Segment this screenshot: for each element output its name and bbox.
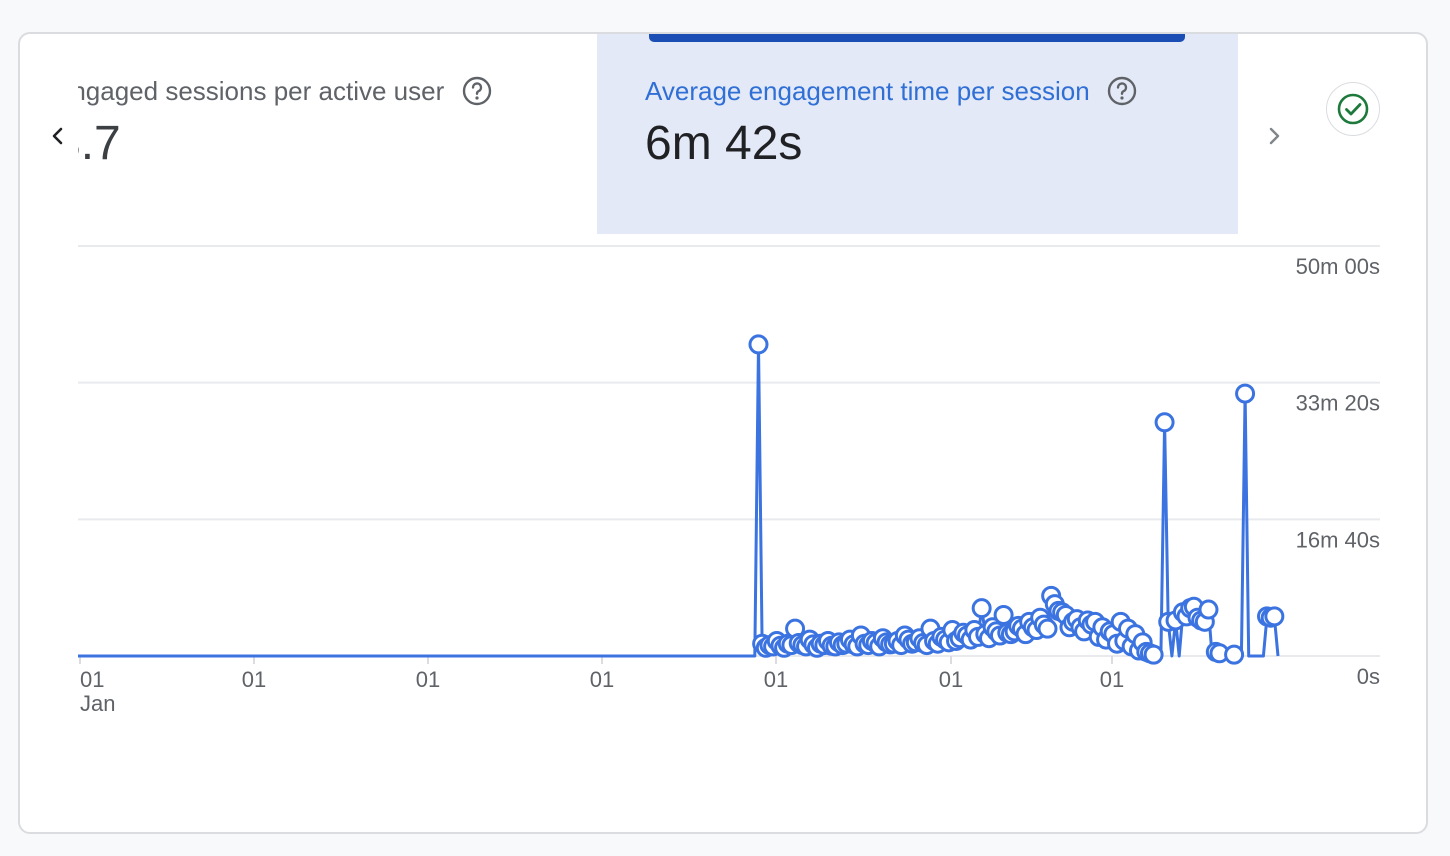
data-point [1235,383,1256,404]
data-point [993,605,1014,625]
y-tick-label: 33m 20s [1296,391,1380,416]
engagement-time-chart: 0s16m 40s33m 20s50m 00s01 01 01 01 01 01 01Jan [78,245,1380,716]
x-tick-label: 01 [416,667,440,692]
metric-card: Engaged sessions per active user 3.7 Ave… [18,32,1428,834]
data-point [1224,644,1245,665]
data-point [1037,618,1058,639]
data-point [1143,644,1164,665]
data-point [1198,599,1219,620]
data-point [971,598,992,619]
y-tick-label: 16m 40s [1296,527,1380,552]
x-tick-label: 01 [80,667,104,692]
data-point [1264,606,1285,627]
x-tick-label: 01 [764,667,788,692]
data-point [748,334,769,355]
y-tick-label: 0s [1357,664,1380,689]
y-tick-label: 50m 00s [1296,254,1380,279]
x-tick-label: 01 [939,667,963,692]
series-line [78,342,1280,658]
x-tick-label: 01 [590,667,614,692]
x-tick-label: 01 [242,667,266,692]
data-point [1154,412,1175,433]
x-tick-sublabel: Jan [80,691,115,716]
x-tick-label: 01 [1100,667,1124,692]
